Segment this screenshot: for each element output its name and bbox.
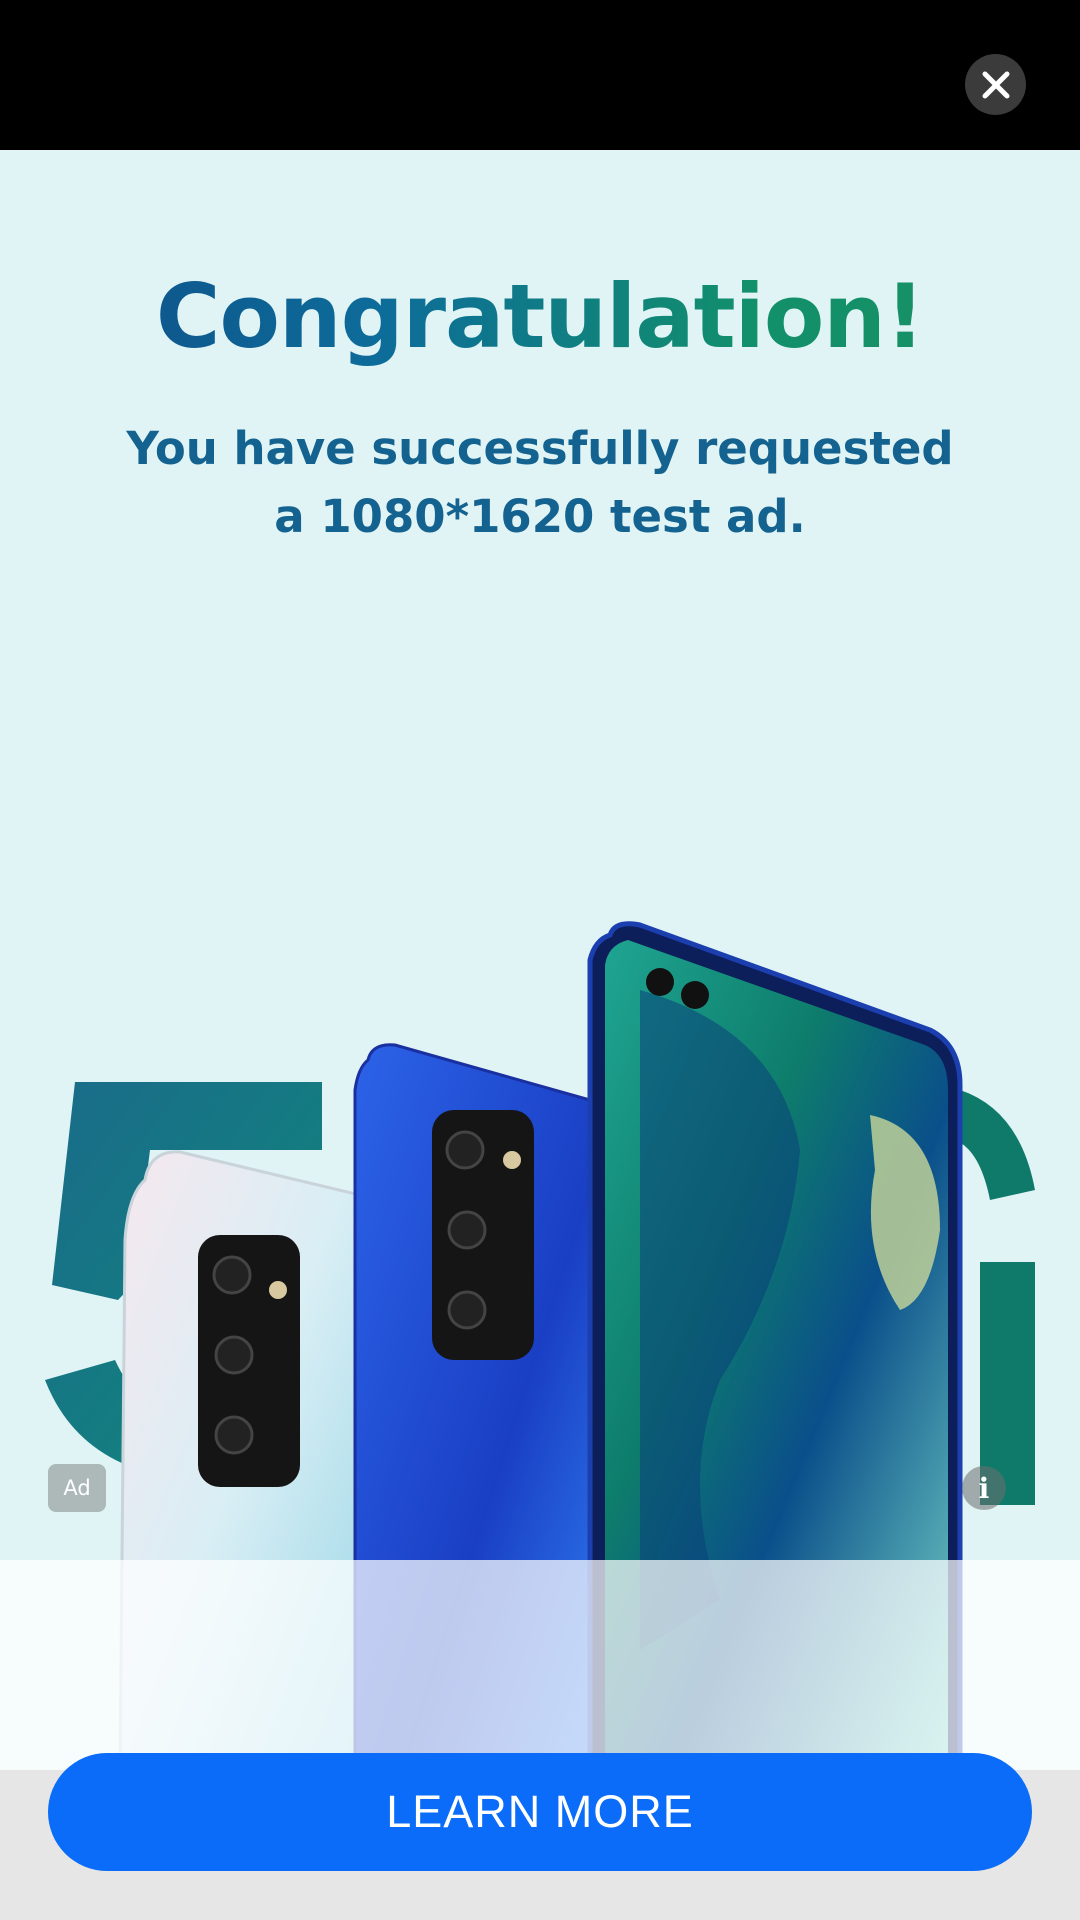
subtitle: You have successfully requested a 1080*1… — [126, 422, 954, 543]
ad-creative[interactable]: Congratulation! You have successfully re… — [0, 150, 1080, 1770]
bg-letter-g — [955, 1090, 1035, 1505]
bottom-fade-overlay — [0, 1560, 1080, 1770]
phones-illustration — [45, 921, 1035, 1770]
ad-badge: Ad — [48, 1464, 106, 1512]
close-button[interactable] — [965, 54, 1026, 115]
info-icon: i — [978, 1471, 990, 1505]
top-bar — [0, 0, 1080, 150]
close-icon — [982, 71, 1009, 98]
learn-more-button[interactable]: LEARN MORE — [48, 1753, 1032, 1871]
info-button[interactable]: i — [962, 1466, 1006, 1510]
headline: Congratulation! — [0, 265, 1080, 368]
